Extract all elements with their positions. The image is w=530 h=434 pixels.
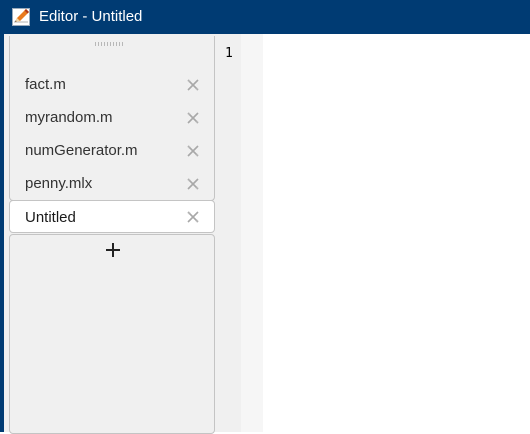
tab-label: myrandom.m xyxy=(25,109,113,126)
close-icon[interactable] xyxy=(186,111,200,125)
line-number: 1 xyxy=(225,46,233,61)
line-number-gutter xyxy=(216,34,241,432)
tab-untitled[interactable]: Untitled xyxy=(9,200,215,233)
tab-label: fact.m xyxy=(25,76,66,93)
tab-penny-mlx[interactable]: penny.mlx xyxy=(9,167,215,200)
plus-icon[interactable] xyxy=(101,238,125,262)
tab-label: penny.mlx xyxy=(25,175,93,192)
code-folding-strip[interactable] xyxy=(241,34,263,432)
tab-label: numGenerator.m xyxy=(25,142,138,159)
editor-pencil-icon xyxy=(12,8,30,26)
tab-label: Untitled xyxy=(25,209,76,226)
window-title: Editor - Untitled xyxy=(39,8,143,25)
new-tab-area xyxy=(9,234,215,434)
tab-numgenerator-m[interactable]: numGenerator.m xyxy=(9,134,215,167)
close-icon[interactable] xyxy=(186,144,200,158)
tab-fact-m[interactable]: fact.m xyxy=(9,68,215,101)
close-icon[interactable] xyxy=(186,177,200,191)
drag-grip-icon[interactable] xyxy=(95,42,123,46)
close-icon[interactable] xyxy=(186,78,200,92)
tab-myrandom-m[interactable]: myrandom.m xyxy=(9,101,215,134)
code-editor-area[interactable] xyxy=(263,34,530,432)
close-icon[interactable] xyxy=(186,210,200,224)
title-bar: Editor - Untitled xyxy=(0,0,530,34)
